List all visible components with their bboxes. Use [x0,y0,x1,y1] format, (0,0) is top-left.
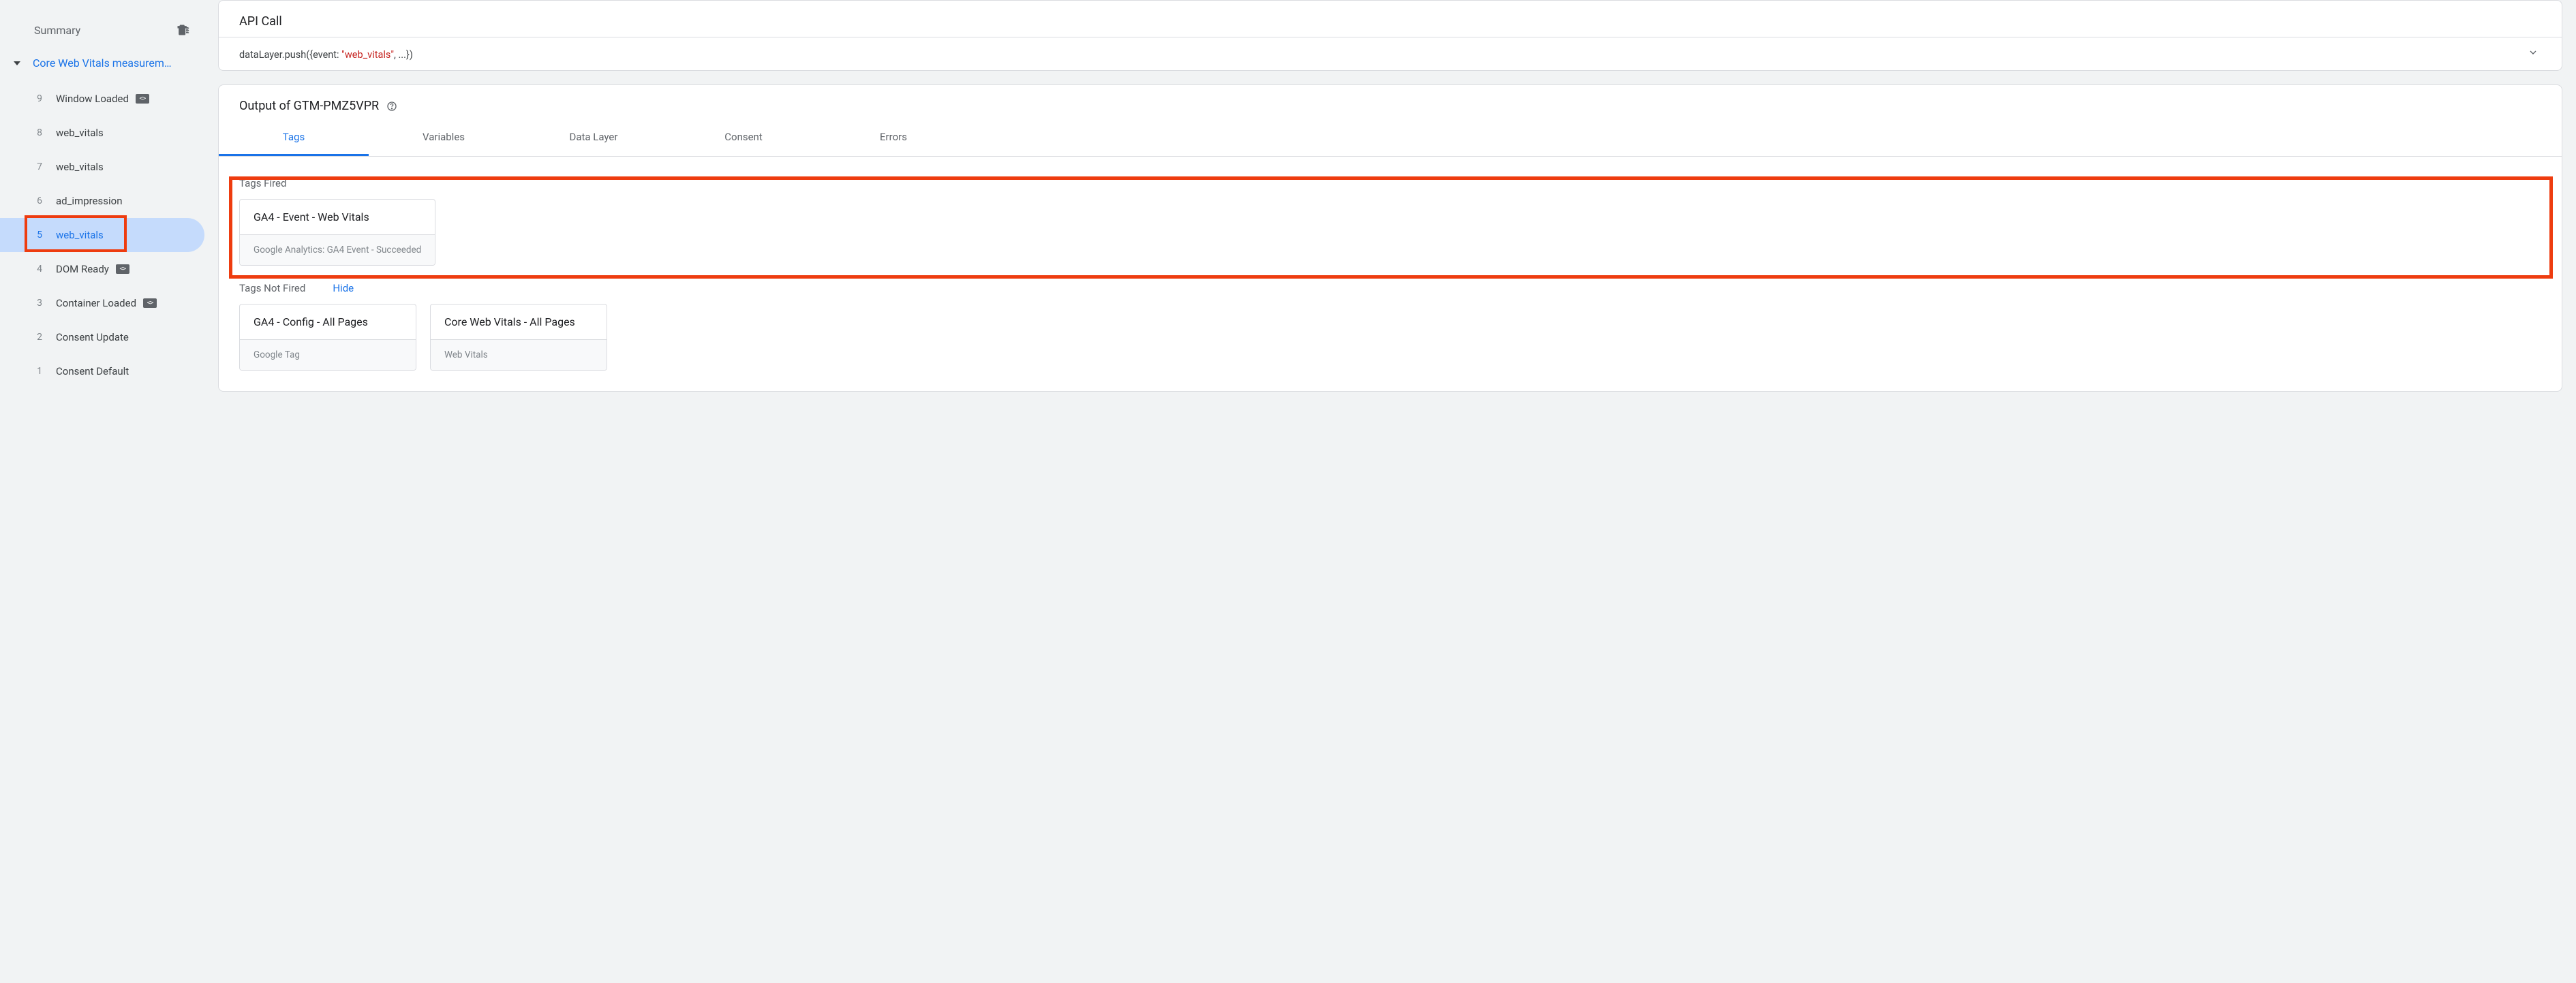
output-header: Output of GTM-PMZ5VPR [239,99,2541,113]
event-number: 5 [34,230,42,240]
session-name: Core Web Vitals measurem… [33,57,191,69]
event-item[interactable]: 7 web_vitals [0,150,204,184]
tag-card[interactable]: GA4 - Event - Web VitalsGoogle Analytics… [239,199,435,266]
tag-card[interactable]: Core Web Vitals - All PagesWeb Vitals [430,304,607,371]
api-code-row[interactable]: dataLayer.push({event: "web_vitals", ...… [219,37,2562,70]
event-item[interactable]: 1 Consent Default [0,354,204,388]
output-title: Output of GTM-PMZ5VPR [239,99,379,113]
event-item[interactable]: 6 ad_impression [0,184,204,218]
tag-status: Web Vitals [431,339,607,370]
event-label: web_vitals [56,229,191,241]
event-number: 2 [34,332,42,343]
tag-name: GA4 - Config - All Pages [240,305,416,339]
event-item[interactable]: 2 Consent Update [0,320,204,354]
help-icon[interactable] [386,100,398,112]
tag-name: GA4 - Event - Web Vitals [240,200,435,234]
event-number: 3 [34,298,42,309]
event-item[interactable]: 4 DOM Ready<> [0,252,204,286]
event-label: ad_impression [56,195,191,207]
event-label: web_vitals [56,127,191,139]
tab-data-layer[interactable]: Data Layer [519,120,669,156]
event-number: 9 [34,93,42,104]
api-call-card: API Call dataLayer.push({event: "web_vit… [218,0,2562,71]
delete-icon[interactable] [174,22,191,38]
session-row[interactable]: Core Web Vitals measurem… [0,46,204,79]
summary-row[interactable]: Summary [0,14,204,46]
tab-variables[interactable]: Variables [369,120,519,156]
tab-tags[interactable]: Tags [219,120,369,156]
api-call-title: API Call [219,1,2562,37]
event-label: Container Loaded<> [56,297,191,309]
caret-down-icon [14,59,22,67]
event-item[interactable]: 8 web_vitals [0,116,204,150]
event-item[interactable]: 9 Window Loaded<> [0,82,204,116]
tags-not-fired-grid: GA4 - Config - All PagesGoogle TagCore W… [239,304,2541,371]
tag-name: Core Web Vitals - All Pages [431,305,607,339]
chevron-down-icon [2528,47,2541,61]
sidebar: Summary Core Web Vitals measurem… 9 Windo… [0,0,204,983]
summary-title: Summary [34,24,80,37]
event-label: Consent Default [56,365,191,377]
tabs: TagsVariablesData LayerConsentErrors [219,120,2562,157]
api-code-prefix: dataLayer.push({event: [239,49,341,61]
tags-fired-title: Tags Fired [239,177,286,189]
tags-fired-section: Tags Fired GA4 - Event - Web VitalsGoogl… [239,177,2541,266]
tags-fired-grid: GA4 - Event - Web VitalsGoogle Analytics… [239,199,2541,266]
api-code-suffix: , ...}) [394,49,413,61]
main: API Call dataLayer.push({event: "web_vit… [204,0,2576,983]
code-icon: <> [116,264,129,274]
event-number: 8 [34,127,42,138]
tags-fired-head: Tags Fired [239,177,2541,189]
api-code-string: "web_vitals" [341,49,394,61]
output-card: Output of GTM-PMZ5VPR TagsVariablesData … [218,84,2562,392]
event-label: DOM Ready<> [56,263,191,275]
event-number: 6 [34,196,42,206]
tag-card[interactable]: GA4 - Config - All PagesGoogle Tag [239,304,416,371]
api-code: dataLayer.push({event: "web_vitals", ...… [239,48,413,61]
hide-link[interactable]: Hide [333,282,354,294]
tab-consent[interactable]: Consent [669,120,818,156]
tag-status: Google Tag [240,339,416,370]
tags-not-fired-head: Tags Not Fired Hide [239,282,2541,294]
event-number: 4 [34,264,42,275]
event-number: 1 [34,366,42,377]
event-label: web_vitals [56,161,191,173]
code-icon: <> [136,94,149,104]
code-icon: <> [143,298,157,308]
event-label: Window Loaded<> [56,93,191,105]
event-item[interactable]: 5 web_vitals [0,218,204,252]
event-list: 9 Window Loaded<> 8 web_vitals 7 web_vitals 6 a… [0,79,204,391]
event-number: 7 [34,161,42,172]
event-label: Consent Update [56,331,191,343]
event-item[interactable]: 3 Container Loaded<> [0,286,204,320]
tags-not-fired-title: Tags Not Fired [239,282,305,294]
tab-errors[interactable]: Errors [818,120,968,156]
tag-status: Google Analytics: GA4 Event - Succeeded [240,234,435,265]
